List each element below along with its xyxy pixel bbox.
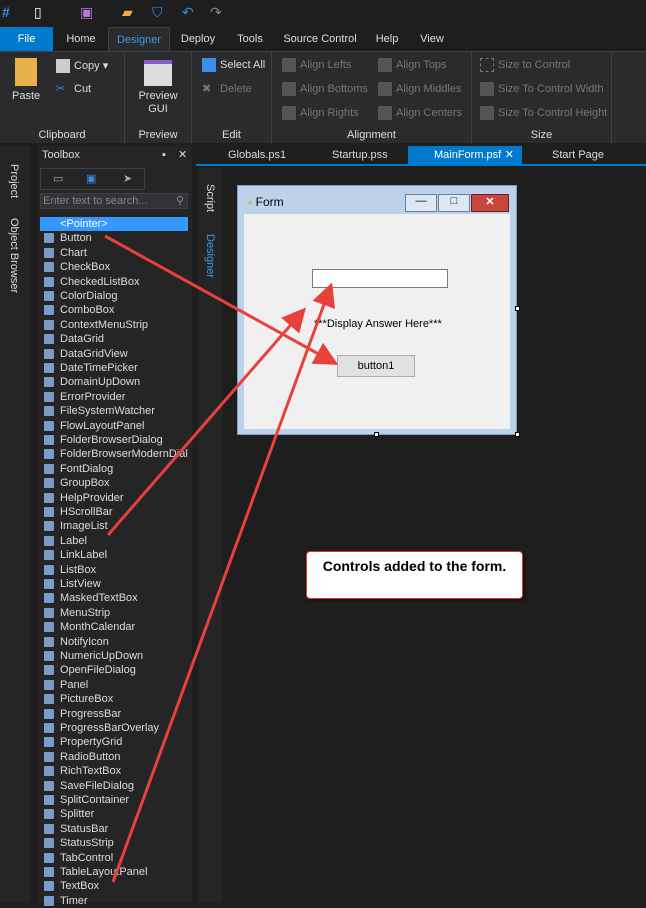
- annotation-arrows: [104, 234, 339, 883]
- arrow-button: [104, 234, 339, 365]
- arrow-textbox: [111, 282, 336, 883]
- arrow-label: [106, 307, 306, 536]
